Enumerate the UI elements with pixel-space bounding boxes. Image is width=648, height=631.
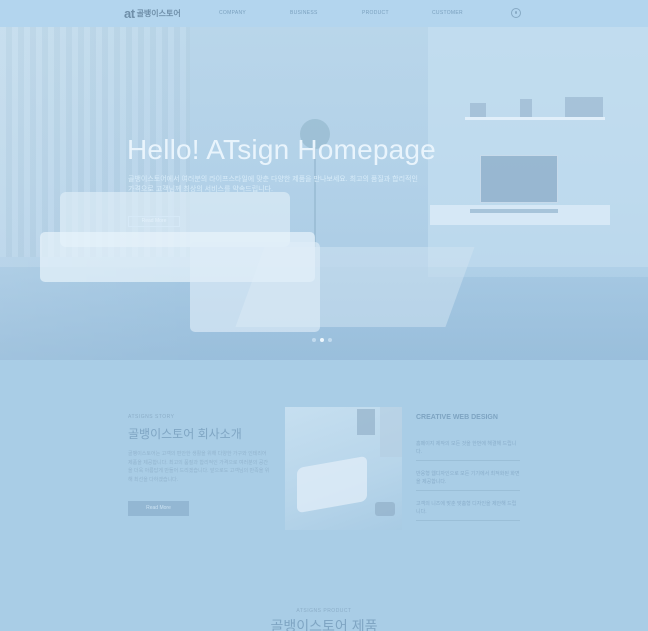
user-icon[interactable] bbox=[511, 8, 521, 18]
about-title: 골뱅이스토어 회사소개 bbox=[128, 427, 242, 441]
nav-product[interactable]: PRODUCT bbox=[362, 10, 389, 16]
hero-tv bbox=[480, 155, 558, 203]
slide-dot[interactable] bbox=[312, 338, 316, 342]
products-tag: ATSIGNS PRODUCT bbox=[296, 608, 352, 614]
slide-dot-active[interactable] bbox=[320, 338, 324, 342]
creative-item: 홈페이지 제작의 모든 것을 한번에 해결해 드립니다. bbox=[416, 440, 520, 461]
logo[interactable]: at 골뱅이스토어 bbox=[124, 5, 181, 21]
products-title: 골뱅이스토어 제품 bbox=[270, 618, 378, 631]
hero-wall bbox=[428, 27, 648, 277]
site-header: at 골뱅이스토어 COMPANY BUSINESS PRODUCT CUSTO… bbox=[0, 0, 648, 27]
about-photo bbox=[285, 407, 402, 530]
slide-dot[interactable] bbox=[328, 338, 332, 342]
hero-read-more-button[interactable]: Read More bbox=[128, 216, 180, 227]
creative-item: 고객의 니즈에 맞춘 맞춤형 디자인을 제안해 드립니다. bbox=[416, 500, 520, 521]
nav-customer[interactable]: CUSTOMER bbox=[432, 10, 463, 16]
hero-title: Hello! ATsign Homepage bbox=[127, 134, 436, 165]
creative-item: 반응형 웹디자인으로 모든 기기에서 최적화된 화면을 제공합니다. bbox=[416, 470, 520, 491]
hero-description: 골뱅이스토어에서 여러분의 라이프스타일에 맞춘 다양한 제품을 만나보세요. … bbox=[128, 176, 418, 193]
about-description: 골뱅이스토어는 고객의 편안한 생활을 위해 다양한 가구와 인테리어 제품을 … bbox=[128, 451, 270, 483]
logo-mark: at bbox=[124, 5, 135, 21]
nav-business[interactable]: BUSINESS bbox=[290, 10, 318, 16]
about-read-more-button[interactable]: Read More bbox=[128, 501, 189, 516]
about-tag: ATSIGNS STORY bbox=[128, 414, 175, 420]
creative-title: CREATIVE WEB DESIGN bbox=[416, 414, 498, 421]
nav-company[interactable]: COMPANY bbox=[219, 10, 246, 16]
logo-text: 골뱅이스토어 bbox=[136, 8, 181, 18]
hero-banner: Hello! ATsign Homepage 골뱅이스토어에서 여러분의 라이프… bbox=[0, 27, 648, 360]
